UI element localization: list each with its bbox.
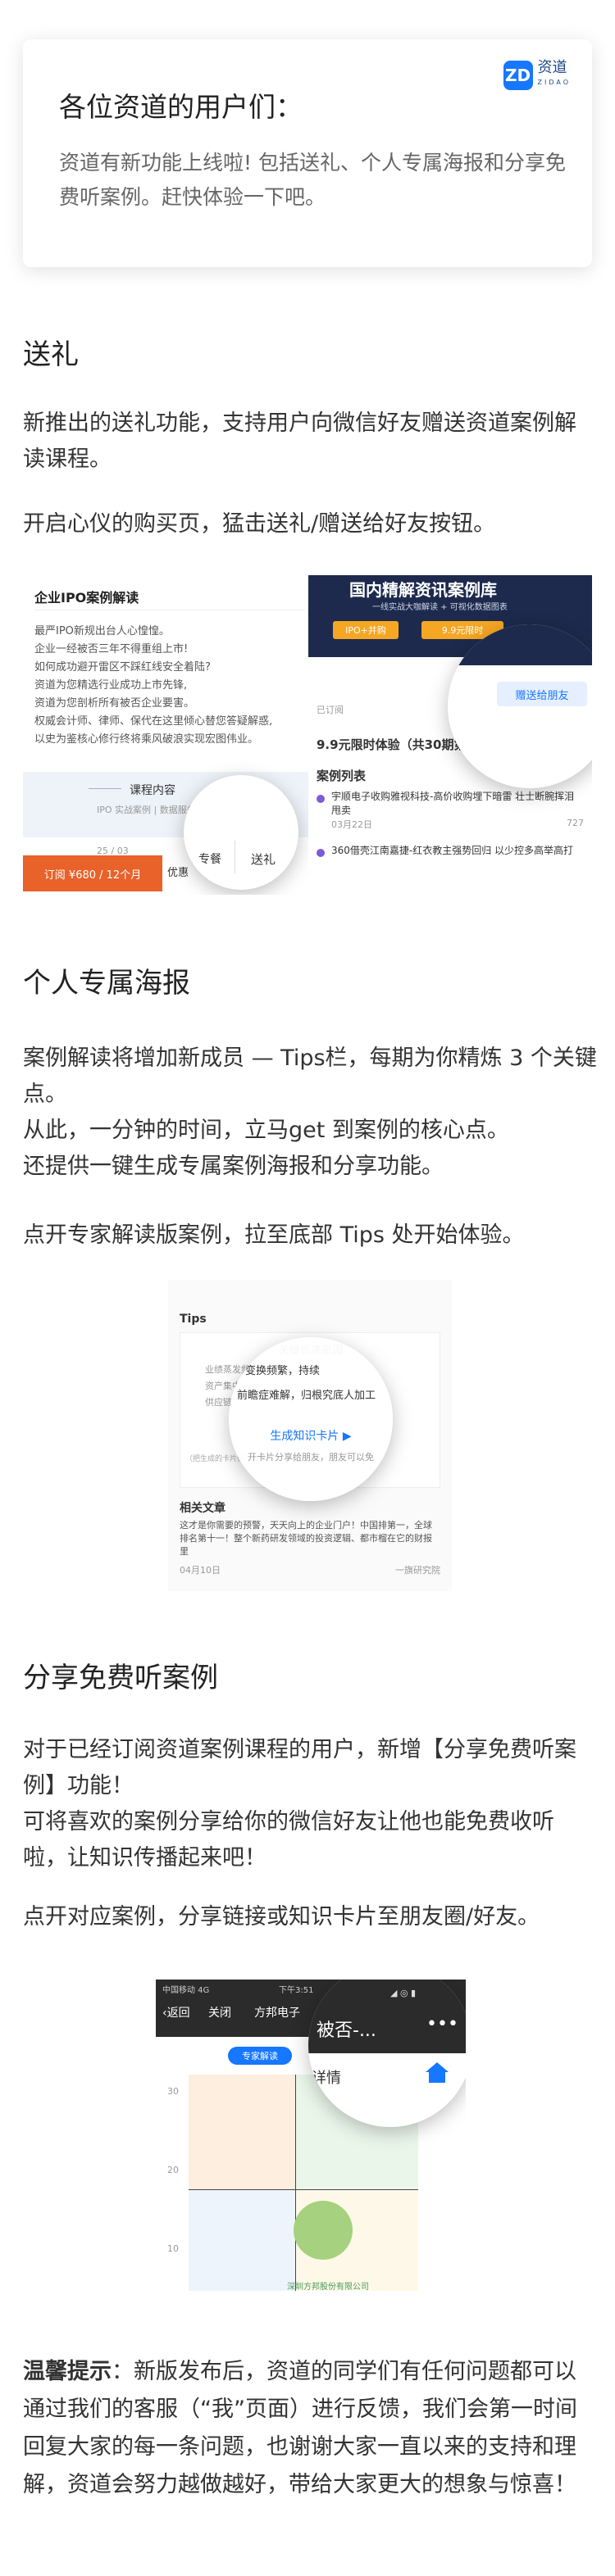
case-item-title: 360借壳江南嘉捷-红衣教主强势回归 以少控多高举高打	[331, 845, 574, 856]
more-menu-button[interactable]: •••	[426, 2014, 458, 2034]
banner-sub: 一线实战大咖解读 + 可视化数据图表	[372, 603, 508, 612]
coupon-value: 专餐	[198, 853, 221, 866]
mag-title: 被否-...	[317, 2020, 376, 2041]
intro-line: 权威会计师、律师、保代在这里倾心替您答疑解惑,	[34, 715, 273, 728]
zidao-logo: ZD 资道 ZIDAO	[503, 61, 572, 90]
gen-card-sub: 开卡片分享给朋友，朋友可以免	[248, 1452, 374, 1463]
share-para1: 对于已经订阅资道案例课程的用户，新增【分享免费听案例】功能！	[23, 1737, 576, 1798]
y-tick: 30	[167, 2086, 179, 2097]
tips-label: Tips	[180, 1313, 207, 1326]
close-button[interactable]: 关闭	[208, 2004, 231, 2020]
back-button[interactable]: ‹返回	[162, 2004, 190, 2020]
gift-heading: 送礼	[23, 338, 79, 371]
case-item[interactable]: 宇顺电子收购雅视科技-高价收购埋下暗雷 壮士断腕挥泪甩卖 03月22日 727	[317, 790, 584, 831]
related-date: 04月10日	[180, 1565, 221, 1576]
play-arrow-icon: ▶	[342, 1430, 352, 1443]
gift-friend-button[interactable]: 赠送给朋友	[497, 682, 587, 706]
case-item-count: 727	[567, 818, 584, 828]
tip-paragraph: 温馨提示：新版发布后，资道的同学们有任何问题都可以通过我们的客服（“我”页面）进…	[23, 2353, 592, 2504]
related-title: 相关文章	[180, 1502, 226, 1515]
poster-para1: 案例解读将增加新成员 — Tips栏，每期为你精炼 3 个关键点。	[23, 1045, 597, 1107]
notice-body: 资道有新功能上线啦! 包括送礼、个人专属海报和分享免费听案例。赶快体验一下吧。	[59, 151, 566, 209]
share-para2: 可将喜欢的案例分享给你的微信好友让他也能免费收听啦，让知识传播起来吧！	[23, 1809, 554, 1871]
share-heading: 分享免费听案例	[23, 1662, 218, 1694]
case-bullet-icon	[317, 849, 325, 857]
intro-line: 最严IPO新规出台人心惶惶。	[34, 625, 170, 637]
expert-tag[interactable]: 专家解读	[228, 2047, 292, 2065]
gift-para2: 开启心仪的购买页，猛击送礼/赠送给好友按钮。	[23, 511, 496, 537]
poster-screenshot: Tips 关键否决原因 业绩蒸发频繁 资产集中 供应链 （把生成的卡片保存到相册…	[168, 1280, 452, 1591]
poster-para2: 从此，一分钟的时间，立马get 到案例的核心点。	[23, 1118, 509, 1143]
poster-para3: 还提供一键生成专属案例海报和分享功能。	[23, 1154, 444, 1179]
notice-title: 各位资道的用户们：	[59, 91, 303, 123]
related-body[interactable]: 这才是你需要的预警，天天向上的企业门户！中国排第一，全球排名第十一！整个新药研发…	[180, 1519, 440, 1558]
gen-card-label: 生成知识卡片	[270, 1430, 339, 1443]
share-screenshot: 中国移动 4G 下午3:51 ‹返回 关闭 方邦电子 专家解读 30 20 10…	[156, 1980, 466, 2291]
tip-label: 温馨提示	[23, 2359, 112, 2384]
banner-title: 国内精解资讯案例库	[349, 580, 497, 600]
logo-sub: ZIDAO	[537, 79, 571, 86]
carrier: 中国移动 4G	[162, 1986, 210, 1995]
case-item[interactable]: 360借壳江南嘉捷-红衣教主强势回归 以少控多高举高打	[317, 844, 584, 858]
intro-line: 资道为您剖析所有被否企业要害。	[34, 697, 195, 710]
magnifier-gen-card: 变换频繁，持续 前瞻症难解，归根究底人加工 生成知识卡片 ▶ 开卡片分享给朋友，…	[229, 1337, 393, 1501]
reason-line: 供应链	[205, 1397, 232, 1408]
gift-button[interactable]: 送礼	[251, 850, 276, 868]
case-item-date: 03月22日	[331, 819, 372, 830]
banner-tag: IPO+并购	[333, 621, 399, 639]
intro-line: 企业一经被否三年不得重组上市!	[34, 643, 189, 655]
related-source: 一旗研究院	[395, 1565, 440, 1576]
gift-right-screenshot: 国内精解资讯案例库 一线实战大咖解读 + 可视化数据图表 IPO+并购 9.9元…	[308, 575, 592, 870]
back-label: 返回	[166, 2007, 190, 2020]
reason-line: 前瞻症难解，归根究底人加工	[237, 1390, 376, 1402]
poster-heading: 个人专属海报	[23, 967, 190, 1000]
reason-line: 变换频繁，持续	[245, 1365, 321, 1377]
page-title: 方邦电子	[254, 2007, 300, 2020]
logo-text: 资道	[537, 59, 567, 76]
zidao-logo-icon: ZD	[503, 61, 533, 90]
intro-line: 如何成功避开雷区不踩红线安全着陆?	[34, 661, 211, 673]
y-tick: 10	[167, 2243, 179, 2254]
intro-line: 资道为您精选行业成功上市先锋,	[34, 679, 188, 692]
subscribe-button[interactable]: 订阅 ¥680 / 12个月	[23, 855, 162, 891]
coupon-label: 优惠	[167, 867, 189, 879]
case-list-title: 案例列表	[317, 769, 367, 783]
gift-para1: 新推出的送礼功能，支持用户向微信好友赠送资道案例解读课程。	[23, 410, 576, 472]
gift-left-screenshot: 企业IPO案例解读 最严IPO新规出台人心惶惶。 企业一经被否三年不得重组上市!…	[23, 575, 317, 895]
poster-para4: 点开专家解读版案例，拉至底部 Tips 处开始体验。	[23, 1222, 525, 1248]
y-tick: 20	[167, 2165, 179, 2175]
magnifier-gift-button: 专餐 送礼	[184, 775, 298, 890]
subscribed-label: 已订阅	[317, 705, 344, 715]
data-bubble	[294, 2201, 353, 2260]
home-icon[interactable]	[423, 2060, 451, 2084]
intro-line: 以史为鉴核心修行终将乘风破浪实现宏图伟业。	[34, 733, 259, 746]
magnifier-gift-friend: 赠送给朋友	[448, 624, 592, 788]
notice-card: ZD 资道 ZIDAO 各位资道的用户们： 资道有新功能上线啦! 包括送礼、个人专…	[23, 39, 592, 267]
gift-left-title: 企业IPO案例解读	[34, 590, 139, 605]
signal-battery-icon: ◢ ◎ ▮	[390, 1988, 417, 1998]
detail-label: 详情	[312, 2070, 341, 2087]
gen-card-button[interactable]: 生成知识卡片 ▶	[229, 1427, 393, 1444]
share-para3: 点开对应案例，分享链接或知识卡片至朋友圈/好友。	[23, 1904, 540, 1930]
case-item-title: 宇顺电子收购雅视科技-高价收购埋下暗雷 壮士断腕挥泪甩卖	[331, 791, 575, 816]
gift-left-lines: 最严IPO新规出台人心惶惶。 企业一经被否三年不得重组上市! 如何成功避开雷区不…	[34, 623, 313, 749]
course-label: 课程内容	[130, 784, 175, 797]
case-bullet-icon	[317, 795, 325, 803]
chart-footer: 深圳方邦股份有限公司	[287, 2283, 369, 2291]
